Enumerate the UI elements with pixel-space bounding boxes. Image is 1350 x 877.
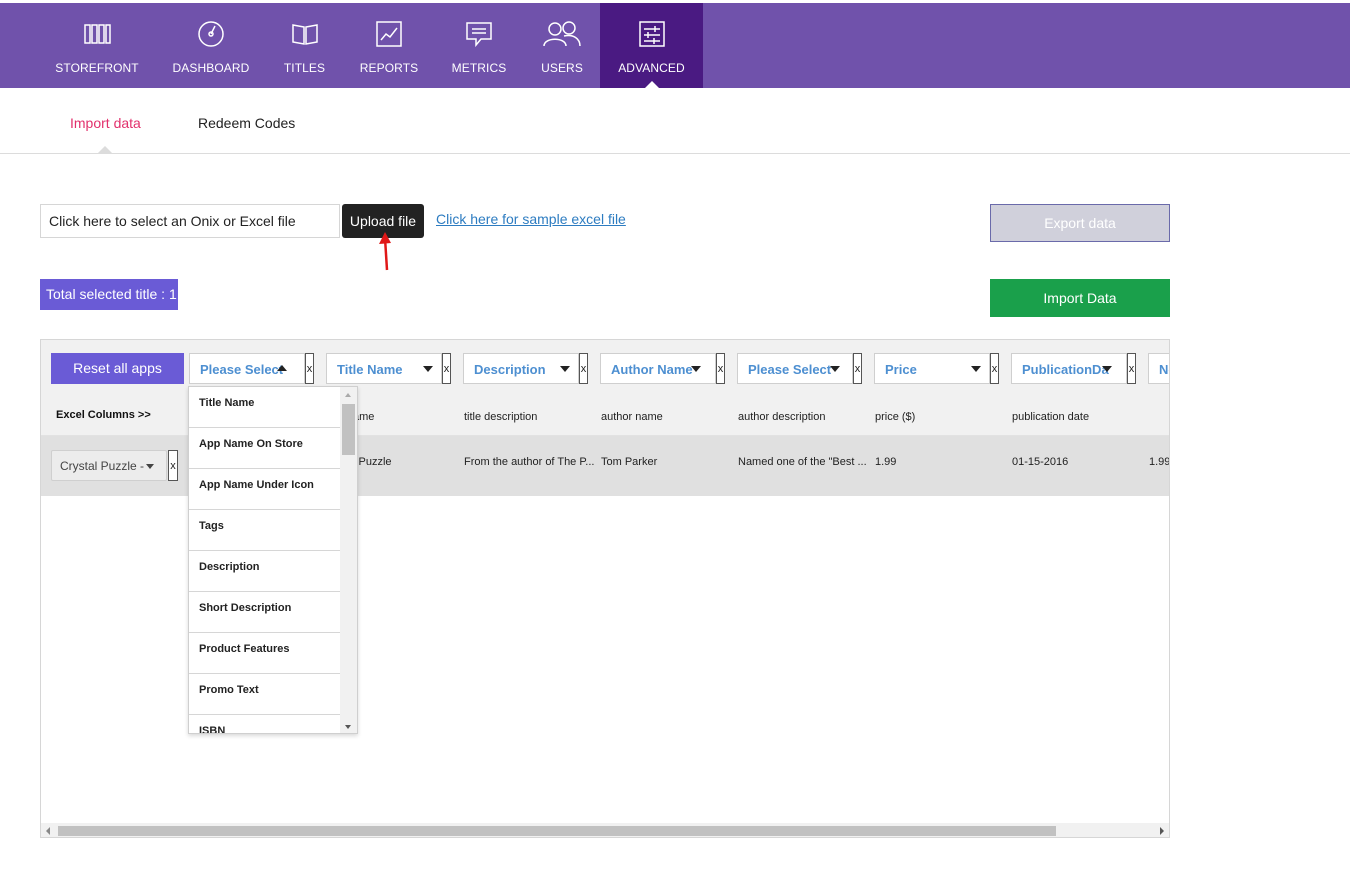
column-select-4[interactable]: Author Name [600, 353, 716, 384]
users-icon [543, 21, 581, 47]
column-select-label: Please Select [748, 362, 832, 377]
dropdown-option[interactable]: Product Features [189, 633, 341, 674]
column-select-7[interactable]: PublicationDa [1011, 353, 1127, 384]
tab-redeem-codes[interactable]: Redeem Codes [198, 115, 295, 131]
scroll-up-icon[interactable] [345, 393, 351, 397]
nav-users[interactable]: USERS [530, 3, 594, 88]
column-select-2[interactable]: Title Name [326, 353, 442, 384]
column-header: author description [738, 411, 826, 423]
column-select-3[interactable]: Description [463, 353, 579, 384]
dropdown-option[interactable]: Description [189, 551, 341, 592]
storefront-icon [84, 24, 111, 44]
nav-reports[interactable]: REPORTS [356, 3, 422, 88]
column-select-label: Description [474, 362, 546, 377]
remove-column-button[interactable]: x [853, 353, 862, 384]
column-header: publication date [1012, 411, 1090, 423]
app-select[interactable]: Crystal Puzzle - [51, 450, 167, 481]
scroll-right-icon[interactable] [1160, 827, 1164, 835]
caret-down-icon [423, 366, 433, 372]
dropdown-option[interactable]: Short Description [189, 592, 341, 633]
red-arrow-annotation [379, 232, 391, 271]
column-select-label: Author Name [611, 362, 693, 377]
sample-excel-link[interactable]: Click here for sample excel file [436, 211, 626, 227]
horizontal-scrollbar[interactable] [41, 823, 1169, 837]
table-cell: 01-15-2016 [1012, 456, 1069, 468]
column-select-label: Price [885, 362, 917, 377]
column-header: price ($) [875, 411, 916, 423]
nav-label: STOREFRONT [55, 61, 139, 75]
sub-tabs: Import data Redeem Codes [0, 88, 1350, 154]
dropdown-scrollbar[interactable] [340, 387, 357, 733]
table-cell: Named one of the "Best ... [738, 456, 866, 468]
caret-down-icon [560, 366, 570, 372]
remove-app-button[interactable]: x [168, 450, 178, 481]
table-cell: 1.99 [875, 456, 897, 468]
column-select-label: PublicationDa [1022, 362, 1109, 377]
column-dropdown-menu: Title Name App Name On Store App Name Un… [188, 386, 358, 734]
nav-titles[interactable]: TITLES [272, 3, 337, 88]
caret-down-icon [691, 366, 701, 372]
column-select-1[interactable]: Please Select [189, 353, 305, 384]
nav-label: DASHBOARD [172, 61, 250, 75]
nav-advanced[interactable]: ADVANCED [600, 3, 703, 89]
nav-label: REPORTS [359, 61, 419, 75]
export-data-button[interactable]: Export data [990, 204, 1170, 242]
nav-metrics[interactable]: METRICS [446, 3, 512, 88]
nav-storefront[interactable]: STOREFRONT [47, 3, 147, 88]
scroll-down-icon[interactable] [345, 725, 351, 729]
app-select-label: Crystal Puzzle - [60, 459, 145, 473]
nav-label: USERS [541, 61, 583, 75]
scrollbar-thumb[interactable] [342, 404, 355, 455]
remove-column-button[interactable]: x [305, 353, 314, 384]
column-select-6[interactable]: Price [874, 353, 990, 384]
scroll-left-icon[interactable] [46, 827, 50, 835]
reports-icon [376, 21, 402, 47]
caret-down-icon [1102, 366, 1112, 372]
dropdown-option[interactable]: Title Name [189, 387, 341, 428]
table-cell: 1.99 [1149, 456, 1170, 468]
column-header: title description [464, 411, 538, 423]
remove-column-button[interactable]: x [579, 353, 588, 384]
table-cell: Tom Parker [601, 456, 658, 468]
table-cell: l Puzzle [353, 456, 392, 468]
nav-dashboard[interactable]: DASHBOARD [166, 3, 256, 88]
import-data-button[interactable]: Import Data [990, 279, 1170, 317]
tab-import-data[interactable]: Import data [70, 115, 141, 154]
table-cell: From the author of The P... [464, 456, 594, 468]
titles-icon [291, 24, 318, 45]
caret-down-icon [146, 464, 154, 469]
nav-label: TITLES [283, 61, 326, 75]
caret-down-icon [971, 366, 981, 372]
remove-column-button[interactable]: x [990, 353, 999, 384]
total-selected-badge: Total selected title : 1 [40, 279, 178, 310]
column-header: author name [601, 411, 663, 423]
remove-column-button[interactable]: x [442, 353, 451, 384]
nav-label: METRICS [451, 61, 507, 75]
file-select-input[interactable]: Click here to select an Onix or Excel fi… [40, 204, 340, 238]
caret-down-icon [830, 366, 840, 372]
top-navigation: STOREFRONT DASHBOARD TITLES REPORTS METR… [0, 3, 1350, 89]
dashboard-icon [198, 21, 224, 47]
remove-column-button[interactable]: x [716, 353, 725, 384]
scrollbar-thumb[interactable] [58, 826, 1056, 836]
remove-column-button[interactable]: x [1127, 353, 1136, 384]
dropdown-option[interactable]: Promo Text [189, 674, 341, 715]
nav-label: ADVANCED [618, 61, 685, 75]
column-select-label: Ne [1159, 362, 1169, 377]
column-select-label: Please Select [200, 362, 284, 377]
dropdown-option[interactable]: Tags [189, 510, 341, 551]
column-select-8[interactable]: Ne [1148, 353, 1169, 384]
dropdown-option[interactable]: App Name Under Icon [189, 469, 341, 510]
column-select-label: Title Name [337, 362, 403, 377]
excel-columns-label: Excel Columns >> [56, 409, 151, 421]
column-select-5[interactable]: Please Select [737, 353, 853, 384]
reset-all-apps-button[interactable]: Reset all apps [51, 353, 184, 384]
dropdown-option[interactable]: App Name On Store [189, 428, 341, 469]
advanced-icon [638, 21, 665, 47]
dropdown-option[interactable]: ISBN [189, 715, 341, 733]
caret-up-icon [277, 365, 287, 371]
metrics-icon [466, 22, 492, 48]
